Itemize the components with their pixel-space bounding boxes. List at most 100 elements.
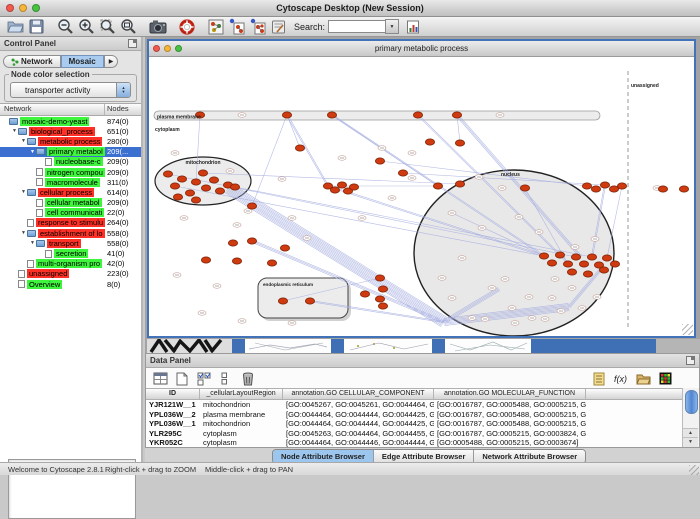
background-window-titlebar[interactable] bbox=[531, 339, 656, 353]
network-node[interactable] bbox=[170, 183, 179, 189]
network-node[interactable] bbox=[398, 170, 407, 176]
view-resize-grip[interactable] bbox=[682, 324, 693, 335]
search-input[interactable] bbox=[328, 20, 385, 33]
search-dropdown-button[interactable]: ▼ bbox=[385, 19, 399, 34]
table-scrollbar[interactable]: ▲ ▼ bbox=[682, 388, 699, 447]
tree-expand-icon[interactable]: ▼ bbox=[29, 240, 36, 246]
network-node[interactable] bbox=[455, 140, 464, 146]
save-icon[interactable] bbox=[27, 18, 46, 35]
tree-expand-icon[interactable]: ▼ bbox=[11, 128, 18, 134]
network-node[interactable] bbox=[330, 187, 339, 193]
network-edge[interactable] bbox=[332, 115, 438, 186]
tree-column-nodes[interactable]: Nodes bbox=[105, 104, 141, 115]
network-node[interactable] bbox=[425, 139, 434, 145]
network-node[interactable] bbox=[349, 184, 358, 190]
network-node[interactable] bbox=[267, 260, 276, 266]
network-node[interactable] bbox=[599, 267, 608, 273]
tree-row[interactable]: response to stimulu264(0) bbox=[0, 218, 141, 228]
network-node[interactable] bbox=[583, 271, 592, 277]
table-row[interactable]: YLR295Ccytoplasm[GO:0045263, GO:0044464,… bbox=[146, 429, 683, 439]
network-node[interactable] bbox=[413, 112, 422, 118]
table-row[interactable]: YJR121W__1mitochondrion[GO:0045267, GO:0… bbox=[146, 400, 683, 410]
network-node[interactable] bbox=[337, 182, 346, 188]
network-node[interactable] bbox=[587, 254, 596, 260]
network-edge[interactable] bbox=[288, 115, 329, 186]
tree-row[interactable]: cell communicati22(0) bbox=[0, 208, 141, 218]
zoom-fit-icon[interactable] bbox=[98, 18, 117, 35]
snapshot-icon[interactable] bbox=[148, 18, 167, 35]
tree-row[interactable]: ▼primary metabol209(... bbox=[0, 147, 141, 157]
tab-mosaic[interactable]: Mosaic bbox=[61, 55, 104, 68]
network-node[interactable] bbox=[617, 183, 626, 189]
network-node[interactable] bbox=[600, 182, 609, 188]
background-window-thumbnail[interactable] bbox=[344, 339, 432, 353]
network-node[interactable] bbox=[209, 177, 218, 183]
annotations-icon[interactable] bbox=[269, 18, 288, 35]
scrollbar-thumb[interactable] bbox=[685, 390, 698, 414]
network-node[interactable] bbox=[610, 261, 619, 267]
network-node[interactable] bbox=[163, 171, 172, 177]
tree-row[interactable]: ▼cellular process614(0) bbox=[0, 187, 141, 197]
scroll-down-icon[interactable]: ▼ bbox=[683, 437, 698, 447]
network-node[interactable] bbox=[658, 186, 667, 192]
help-icon[interactable] bbox=[177, 18, 196, 35]
network-node[interactable] bbox=[247, 203, 256, 209]
network-node[interactable] bbox=[455, 181, 464, 187]
tree-expand-icon[interactable]: ▼ bbox=[29, 149, 36, 155]
table-column-header[interactable]: ID bbox=[146, 389, 200, 399]
tab-network[interactable]: Network bbox=[3, 55, 61, 68]
tree-row[interactable]: multi-organism pro42(0) bbox=[0, 259, 141, 269]
tree-row[interactable]: secretion41(0) bbox=[0, 248, 141, 258]
network-node[interactable] bbox=[232, 258, 241, 264]
network-node[interactable] bbox=[679, 186, 688, 192]
network-node[interactable] bbox=[185, 190, 194, 196]
tree-row[interactable]: Overview8(0) bbox=[0, 279, 141, 289]
network-node[interactable] bbox=[591, 186, 600, 192]
network-canvas[interactable]: plasma membranecytoplasmmitochondrionnuc… bbox=[149, 57, 694, 336]
new-network-from-selected-nodes-edges-icon[interactable] bbox=[248, 18, 267, 35]
tree-column-network[interactable]: Network bbox=[0, 104, 105, 115]
network-node[interactable] bbox=[579, 261, 588, 267]
zoom-selected-region-icon[interactable] bbox=[119, 18, 138, 35]
network-node[interactable] bbox=[191, 197, 200, 203]
tree-expand-icon[interactable]: ▼ bbox=[20, 189, 27, 195]
background-window-titlebar-fragment[interactable] bbox=[432, 339, 445, 353]
background-window-thumbnail[interactable] bbox=[245, 339, 331, 353]
network-node[interactable] bbox=[247, 238, 256, 244]
create-attribute-icon[interactable] bbox=[172, 370, 192, 388]
tree-row[interactable]: nitrogen compou209(0) bbox=[0, 167, 141, 177]
tree-row[interactable]: macromolecule311(0) bbox=[0, 177, 141, 187]
network-node[interactable] bbox=[278, 298, 287, 304]
network-node[interactable] bbox=[539, 253, 548, 259]
tree-row[interactable]: nucleobase-c209(0) bbox=[0, 157, 141, 167]
network-node[interactable] bbox=[452, 112, 461, 118]
network-node[interactable] bbox=[201, 185, 210, 191]
network-node[interactable] bbox=[602, 255, 611, 261]
unselect-attributes-icon[interactable] bbox=[216, 370, 236, 388]
network-node[interactable] bbox=[198, 170, 207, 176]
tree-row[interactable]: ▼transport558(0) bbox=[0, 238, 141, 248]
network-node[interactable] bbox=[228, 240, 237, 246]
enhanced-search-icon[interactable] bbox=[404, 18, 423, 35]
network-node[interactable] bbox=[305, 298, 314, 304]
network-node[interactable] bbox=[567, 269, 576, 275]
tree-row[interactable]: unassigned223(0) bbox=[0, 269, 141, 279]
background-window-titlebar-fragment[interactable] bbox=[232, 339, 245, 353]
table-row[interactable]: YKR052Ccytoplasm[GO:0044464, GO:0044446,… bbox=[146, 438, 683, 447]
network-node[interactable] bbox=[173, 194, 182, 200]
tree-row[interactable]: ▼establishment of lo558(0) bbox=[0, 228, 141, 238]
table-row[interactable]: YPL036W__2plasma membrane[GO:0044464, GO… bbox=[146, 410, 683, 420]
network-view-window[interactable]: primary metabolic process plasma membran… bbox=[147, 39, 696, 338]
network-window-titlebar[interactable]: primary metabolic process bbox=[149, 41, 694, 57]
float-panel-icon[interactable] bbox=[686, 356, 695, 365]
network-edge[interactable] bbox=[286, 115, 327, 186]
network-node[interactable] bbox=[378, 286, 387, 292]
network-node[interactable] bbox=[375, 158, 384, 164]
table-row[interactable]: YPL036W__1mitochondrion[GO:0044464, GO:0… bbox=[146, 419, 683, 429]
notes-icon[interactable] bbox=[589, 370, 609, 388]
select-attributes-icon[interactable] bbox=[194, 370, 214, 388]
import-icon[interactable] bbox=[633, 370, 653, 388]
background-window-logo[interactable] bbox=[147, 339, 232, 353]
node-color-attribute-select[interactable]: transporter activity ▲▼ bbox=[10, 82, 131, 98]
network-node[interactable] bbox=[375, 275, 384, 281]
